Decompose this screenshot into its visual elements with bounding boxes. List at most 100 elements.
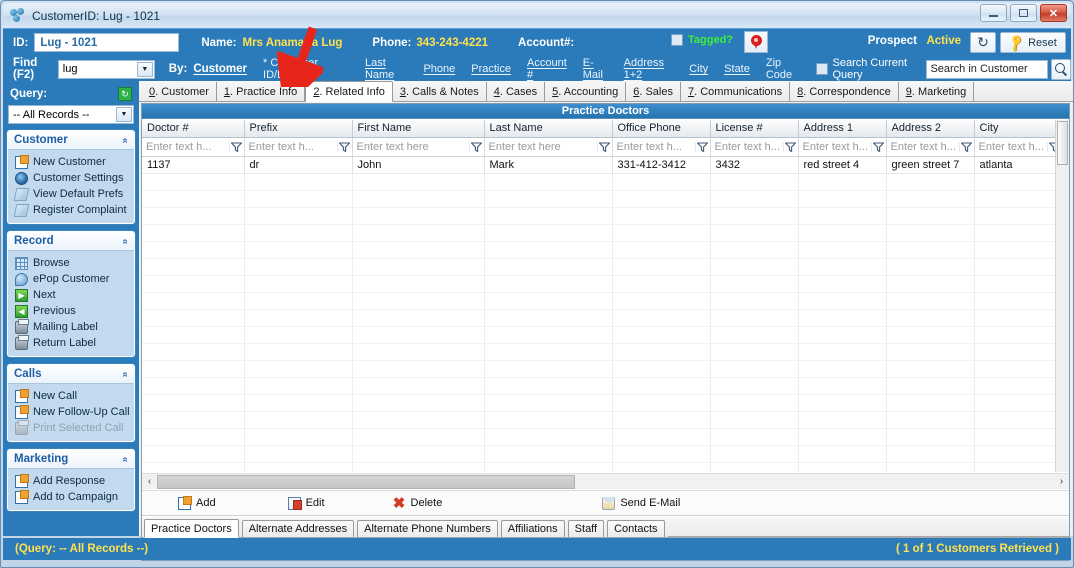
sidebar-item-browse[interactable]: Browse [8,255,134,271]
find-combobox[interactable]: lug ▼ [57,59,155,79]
column-header-address-1[interactable]: Address 1 [798,120,887,138]
chevron-up-icon[interactable]: « [120,371,131,377]
tab-practice-info[interactable]: 1. Practice Info [217,82,306,101]
sidebar-item-mailing-label[interactable]: Mailing Label [8,318,134,335]
column-filter-input[interactable]: Enter text here [485,141,597,153]
search-input[interactable] [926,59,1049,79]
send-email-button[interactable]: Send E-Mail [602,496,680,510]
column-filter-input[interactable]: Enter text h... [245,141,337,153]
column-filter-input[interactable]: Enter text here [353,141,469,153]
add-button[interactable]: Add [178,495,216,510]
panel-header-calls[interactable]: Calls « [8,365,134,384]
minimize-button[interactable] [980,4,1007,22]
chevron-up-icon[interactable]: « [120,137,131,143]
column-header-office-phone[interactable]: Office Phone [612,120,711,138]
panel-header-customer[interactable]: Customer « [8,131,134,150]
find-link-customer-id-legacy[interactable]: * Customer ID/Legacy [263,57,349,81]
column-filter-input[interactable]: Enter text h... [613,141,695,153]
find-link-address[interactable]: Address 1+2 [624,57,674,81]
tab-customer[interactable]: 0. Customer [142,82,217,101]
tab-accounting[interactable]: 5. Accounting [545,82,627,101]
search-button[interactable] [1051,58,1071,80]
column-filter-cell[interactable]: Enter text h... [142,137,245,157]
sidebar-item-view-default-prefs[interactable]: View Default Prefs [8,186,134,202]
sidebar-item-next[interactable]: ▶ Next [8,287,134,303]
subtab-practice-doctors[interactable]: Practice Doctors [144,519,239,538]
tab-correspondence[interactable]: 8. Correspondence [790,82,899,101]
sidebar-item-register-complaint[interactable]: Register Complaint [8,202,134,218]
subtab-alternate-phone-numbers[interactable]: Alternate Phone Numbers [357,520,498,537]
reset-button[interactable]: 🔑 Reset [1000,32,1066,53]
find-link-account-number[interactable]: Account # [527,57,567,81]
sidebar-item-new-customer[interactable]: New Customer [8,154,134,170]
sidebar-item-customer-settings[interactable]: Customer Settings [8,170,134,186]
table-cell[interactable]: green street 7 [886,156,975,174]
chevron-up-icon[interactable]: « [120,238,131,244]
tab-sales[interactable]: 6. Sales [626,82,681,101]
tagged-checkbox-group[interactable]: Tagged? [671,34,733,46]
find-link-phone[interactable]: Phone [423,63,455,75]
filter-funnel-icon[interactable] [468,141,484,152]
vertical-scrollbar-thumb[interactable] [1057,121,1068,165]
column-filter-cell[interactable]: Enter text h... [612,137,711,157]
sidebar-item-epop-customer[interactable]: ePop Customer [8,271,134,287]
tab-cases[interactable]: 4. Cases [487,82,546,101]
filter-funnel-icon[interactable] [596,141,612,152]
column-filter-input[interactable]: Enter text h... [711,141,783,153]
filter-funnel-icon[interactable] [694,141,710,152]
table-cell[interactable]: 1137 [142,156,245,174]
subtab-alternate-addresses[interactable]: Alternate Addresses [241,520,355,537]
filter-funnel-icon[interactable] [870,141,886,152]
table-cell[interactable]: Mark [484,156,613,174]
maximize-button[interactable] [1010,4,1037,22]
query-combobox[interactable]: -- All Records -- ▼ [8,105,134,124]
column-header-first-name[interactable]: First Name [352,120,485,138]
column-filter-cell[interactable]: Enter text here [484,137,613,157]
column-filter-input[interactable]: Enter text h... [975,141,1047,153]
column-header-address-2[interactable]: Address 2 [886,120,975,138]
panel-header-marketing[interactable]: Marketing « [8,450,134,469]
id-field[interactable]: Lug - 1021 [34,33,180,52]
tagged-checkbox[interactable] [671,34,683,46]
find-link-practice[interactable]: Practice [471,63,511,75]
grid-horizontal-scrollbar[interactable]: ‹ › [142,473,1069,489]
tab-marketing[interactable]: 9. Marketing [899,82,975,101]
grid-vertical-scrollbar[interactable] [1055,120,1069,472]
table-cell[interactable]: atlanta [974,156,1063,174]
find-link-city[interactable]: City [689,63,708,75]
chevron-down-icon[interactable]: ▼ [116,107,132,122]
subtab-affiliations[interactable]: Affiliations [500,520,565,537]
table-cell[interactable]: 331-412-3412 [612,156,711,174]
refresh-button[interactable]: ↻ [970,32,996,53]
table-cell[interactable]: dr [244,156,353,174]
edit-button[interactable]: Edit [287,496,325,510]
column-header-last-name[interactable]: Last Name [484,120,613,138]
filter-funnel-icon[interactable] [782,141,798,152]
filter-funnel-icon[interactable] [336,141,352,152]
column-filter-input[interactable]: Enter text h... [887,141,959,153]
filter-funnel-icon[interactable] [228,141,244,152]
horizontal-scrollbar-track[interactable] [157,474,1054,489]
table-cell[interactable]: 3432 [710,156,799,174]
close-button[interactable]: ✕ [1040,4,1067,22]
horizontal-scrollbar-thumb[interactable] [157,474,575,489]
column-filter-input[interactable]: Enter text h... [142,141,229,153]
sidebar-item-new-follow-up-call[interactable]: New Follow-Up Call [8,404,134,420]
column-filter-cell[interactable]: Enter text h... [886,137,975,157]
column-filter-cell[interactable]: Enter text h... [244,137,353,157]
table-cell[interactable]: John [352,156,485,174]
column-filter-cell[interactable]: Enter text h... [710,137,799,157]
scroll-left-arrow-icon[interactable]: ‹ [142,474,157,489]
panel-header-record[interactable]: Record « [8,232,134,251]
subtab-staff[interactable]: Staff [567,520,605,537]
find-link-last-name[interactable]: Last Name [365,57,407,81]
column-filter-input[interactable]: Enter text h... [799,141,871,153]
chevron-down-icon[interactable]: ▼ [136,61,153,77]
column-filter-cell[interactable]: Enter text h... [798,137,887,157]
delete-button[interactable]: ✖ Delete [393,496,443,511]
sidebar-item-add-to-campaign[interactable]: Add to Campaign [8,489,134,505]
search-current-query-checkbox[interactable] [815,63,828,75]
sidebar-item-new-call[interactable]: New Call [8,388,134,404]
column-header-city[interactable]: City [974,120,1063,138]
sidebar-item-add-response[interactable]: Add Response [8,473,134,489]
